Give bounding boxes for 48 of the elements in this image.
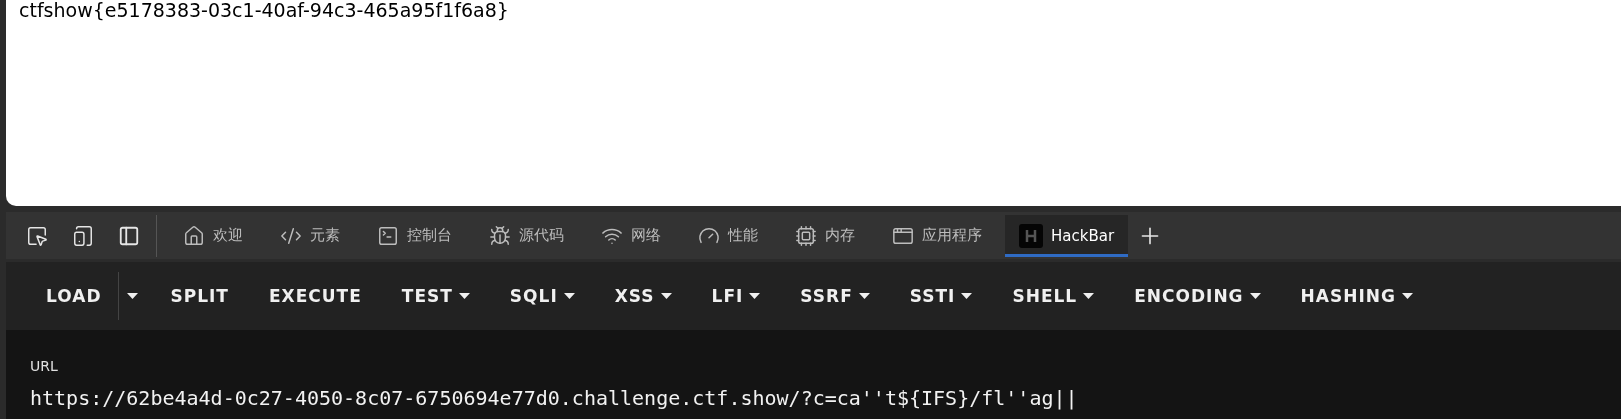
devtools-tab[interactable]: 欢迎 [169, 214, 257, 257]
tab-label: 性能 [728, 226, 758, 245]
home-icon [183, 224, 205, 247]
devtools-tab[interactable]: 控制台 [363, 214, 466, 257]
caret-icon [858, 293, 870, 299]
menu-button[interactable]: LFI [695, 276, 777, 316]
tab-label: 控制台 [407, 226, 452, 245]
caret-icon [1249, 293, 1261, 299]
menu-button[interactable]: SQLI [493, 276, 591, 316]
caret-icon [749, 293, 761, 299]
caret-icon [961, 293, 973, 299]
tab-label: 元素 [310, 226, 340, 245]
caret-icon [1083, 293, 1095, 299]
menu-button[interactable]: LOAD [30, 276, 118, 316]
devtools-tab[interactable]: 性能 [684, 214, 772, 257]
menu-button[interactable]: SPLIT [154, 276, 245, 316]
tab-label: 内存 [825, 226, 855, 245]
tab-label: 网络 [631, 226, 661, 245]
tab-label: HackBar [1051, 226, 1115, 245]
chip-icon [795, 224, 817, 247]
menu-button[interactable]: SSTI [893, 276, 989, 316]
devtools-tab[interactable]: 内存 [781, 214, 869, 257]
url-label: URL [30, 358, 59, 374]
menu-button[interactable]: TEST [385, 276, 486, 316]
menu-button[interactable]: HASHING [1284, 276, 1429, 316]
menu-button[interactable]: SSRF [784, 276, 886, 316]
caret-icon [1401, 293, 1413, 299]
hackbar-logo-icon [1019, 223, 1043, 248]
bug-icon [489, 224, 511, 247]
caret-icon [127, 293, 138, 299]
devtools-tab[interactable]: HackBar [1005, 214, 1129, 257]
menu-button[interactable]: XSS [598, 276, 688, 316]
caret-icon [660, 293, 672, 299]
caret-icon [563, 293, 575, 299]
devtools-tab[interactable]: 网络 [587, 214, 675, 257]
menu-button[interactable]: EXECUTE [252, 276, 378, 316]
devtools-tab[interactable]: 元素 [266, 214, 354, 257]
devtools-tab[interactable]: 源代码 [475, 214, 578, 257]
menu-button[interactable]: ENCODING [1118, 276, 1277, 316]
tab-label: 源代码 [519, 226, 564, 245]
caret-icon [458, 293, 470, 299]
menu-button[interactable]: SHELL [996, 276, 1111, 316]
devtools-tab[interactable]: 应用程序 [878, 214, 996, 257]
terminal-icon [377, 224, 399, 247]
url-field[interactable]: https://62be4a4d-0c27-4050-8c07-6750694e77d0.challenge.ctf.show/?c=ca''t${IFS}/fl''ag|| [30, 386, 1590, 410]
tab-label: 欢迎 [213, 226, 243, 245]
page-text: ctfshow{e5178383-03c1-40af-94c3-465a95f1f6a8} [19, 0, 509, 23]
tab-label: 应用程序 [922, 226, 982, 245]
